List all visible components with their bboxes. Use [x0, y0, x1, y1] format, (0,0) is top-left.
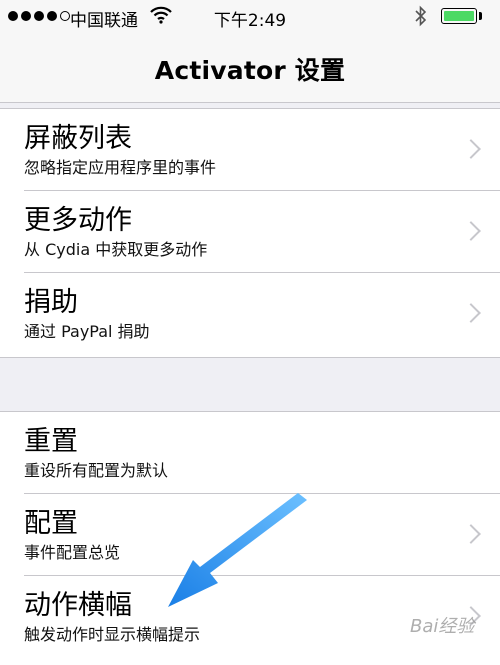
- page-title: Activator 设置: [154, 56, 346, 85]
- chevron-right-icon: [461, 139, 481, 159]
- settings-group-1: 屏蔽列表 忽略指定应用程序里的事件 更多动作 从 Cydia 中获取更多动作 捐…: [0, 108, 500, 358]
- cell-title: 重置: [24, 426, 78, 457]
- navigation-bar: Activator 设置: [0, 34, 500, 103]
- watermark: Bai经验: [410, 616, 475, 637]
- chevron-right-icon: [461, 524, 481, 544]
- cell-title: 更多动作: [24, 205, 132, 236]
- chevron-right-icon: [461, 303, 481, 323]
- battery-tip: [479, 12, 482, 20]
- cell-title: 捐助: [24, 287, 78, 318]
- bluetooth-icon: [414, 5, 428, 32]
- cell-subtitle: 通过 PayPal 捐助: [24, 322, 150, 341]
- cell-title: 屏蔽列表: [24, 123, 132, 154]
- cell-subtitle: 忽略指定应用程序里的事件: [24, 158, 217, 177]
- chevron-right-icon: [461, 221, 481, 241]
- cell-donate[interactable]: 捐助 通过 PayPal 捐助: [0, 273, 500, 355]
- cell-blacklist[interactable]: 屏蔽列表 忽略指定应用程序里的事件: [0, 109, 500, 191]
- battery-icon: [441, 8, 477, 24]
- cell-reset[interactable]: 重置 重设所有配置为默认: [0, 412, 500, 494]
- cell-configuration[interactable]: 配置 事件配置总览: [0, 494, 500, 576]
- cell-title: 动作横幅: [24, 590, 132, 621]
- cell-title: 配置: [24, 508, 78, 539]
- cell-subtitle: 从 Cydia 中获取更多动作: [24, 240, 208, 259]
- status-bar: 中国联通 下午2:49: [0, 0, 500, 34]
- cell-subtitle: 事件配置总览: [24, 543, 121, 562]
- cell-subtitle: 重设所有配置为默认: [24, 461, 169, 480]
- cell-subtitle: 触发动作时显示横幅提示: [24, 625, 201, 644]
- cell-more-actions[interactable]: 更多动作 从 Cydia 中获取更多动作: [0, 191, 500, 273]
